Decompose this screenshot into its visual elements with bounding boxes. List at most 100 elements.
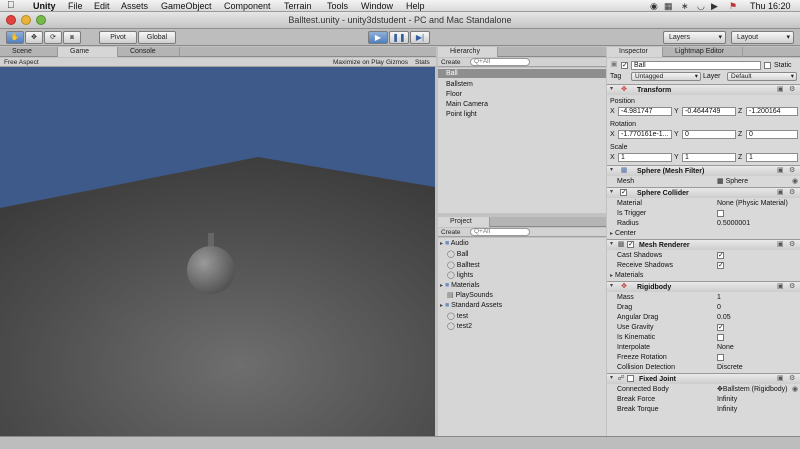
connected-body-field[interactable]: ✥Ballstem (Rigidbody)	[717, 385, 793, 394]
play-button[interactable]: ▶	[368, 31, 388, 44]
mesh-field[interactable]: ▦ Sphere	[717, 177, 748, 186]
center-foldout[interactable]: ▸ Center	[610, 229, 636, 239]
apple-icon[interactable]: 	[7, 1, 15, 11]
project-item-ball[interactable]: ◯ Ball	[447, 250, 468, 259]
use-gravity-checkbox[interactable]: ✓	[717, 324, 724, 331]
gear-icon[interactable]: ⚙	[789, 85, 795, 94]
is-kinematic-checkbox[interactable]	[717, 334, 724, 341]
game-view[interactable]	[0, 67, 435, 436]
menu-edit[interactable]: Edit	[94, 1, 110, 11]
hierarchy-item-main-camera[interactable]: Main Camera	[446, 100, 488, 109]
help-icon[interactable]: ▣	[777, 166, 784, 175]
is-trigger-checkbox[interactable]	[717, 210, 724, 217]
flag-icon[interactable]: ⚑	[729, 1, 737, 11]
wifi-icon[interactable]: ◡	[697, 1, 705, 11]
gear-icon[interactable]: ⚙	[789, 188, 795, 197]
camera-icon[interactable]: ◉	[650, 1, 658, 11]
project-item-playsounds[interactable]: ▤ PlaySounds	[447, 291, 493, 300]
sphere-collider-enabled-checkbox[interactable]: ✓	[620, 189, 627, 196]
gear-icon[interactable]: ⚙	[789, 282, 795, 291]
object-picker-icon[interactable]: ◉	[792, 177, 798, 186]
mesh-renderer-enabled-checkbox[interactable]: ✓	[627, 241, 634, 248]
object-name-field[interactable]: Ball	[631, 61, 761, 70]
pivot-toggle[interactable]: Pivot	[99, 31, 137, 44]
volume-icon[interactable]: ▶	[711, 1, 718, 11]
stats-toggle[interactable]: Stats	[415, 58, 430, 67]
help-icon[interactable]: ▣	[777, 188, 784, 197]
materials-foldout[interactable]: ▸ Materials	[610, 271, 643, 281]
break-force-field[interactable]: Infinity	[717, 395, 737, 404]
bluetooth-icon[interactable]: ∗	[681, 1, 689, 11]
menu-gameobject[interactable]: GameObject	[161, 1, 212, 11]
freeze-rotation-checkbox[interactable]	[717, 354, 724, 361]
menu-help[interactable]: Help	[406, 1, 425, 11]
project-item-materials[interactable]: ▸ ■ Materials	[440, 281, 480, 291]
mesh-renderer-header[interactable]: ▾ ▩ ✓ Mesh Renderer ▣ ⚙	[607, 239, 800, 250]
menu-window[interactable]: Window	[361, 1, 393, 11]
mass-field[interactable]: 1	[717, 293, 721, 302]
gizmos-dropdown[interactable]: Gizmos	[386, 58, 408, 67]
project-search-input[interactable]: Q+All	[470, 228, 530, 236]
menu-file[interactable]: File	[68, 1, 83, 11]
rotate-icon[interactable]: ⟳	[44, 31, 62, 44]
hierarchy-item-ballstem[interactable]: Ballstem	[446, 80, 473, 89]
maximize-on-play-toggle[interactable]: Maximize on Play	[333, 58, 384, 67]
tab-project[interactable]: Project	[438, 217, 490, 227]
tab-hierarchy[interactable]: Hierarchy	[438, 47, 498, 57]
pause-button[interactable]: ❚❚	[389, 31, 409, 44]
break-torque-field[interactable]: Infinity	[717, 405, 737, 414]
project-item-audio[interactable]: ▸ ■ Audio	[440, 239, 469, 249]
tab-scene[interactable]: Scene	[0, 47, 58, 57]
move-icon[interactable]: ✥	[25, 31, 43, 44]
fixed-joint-header[interactable]: ▾ ☍ Fixed Joint ▣ ⚙	[607, 373, 800, 384]
help-icon[interactable]: ▣	[777, 240, 784, 249]
tag-dropdown[interactable]: Untagged ▾	[631, 72, 701, 81]
gear-icon[interactable]: ⚙	[789, 240, 795, 249]
interpolate-dropdown[interactable]: None	[717, 343, 734, 352]
hierarchy-item-point-light[interactable]: Point light	[446, 110, 477, 119]
radius-field[interactable]: 0.5000001	[717, 219, 750, 228]
rigidbody-header[interactable]: ▾ ✥ Rigidbody ▣ ⚙	[607, 281, 800, 292]
cast-shadows-checkbox[interactable]: ✓	[717, 252, 724, 259]
tab-lightmap-editor[interactable]: Lightmap Editor	[663, 47, 743, 57]
hierarchy-item-floor[interactable]: Floor	[446, 90, 462, 99]
drag-field[interactable]: 0	[717, 303, 721, 312]
rotation-x-field[interactable]: -1.770161e-1...	[618, 130, 672, 139]
layers-dropdown[interactable]: Layers ▾	[663, 31, 726, 44]
static-checkbox[interactable]	[764, 62, 771, 69]
project-item-test[interactable]: ◯ test	[447, 312, 468, 321]
menu-assets[interactable]: Assets	[121, 1, 148, 11]
active-checkbox[interactable]: ✓	[621, 62, 628, 69]
tab-console[interactable]: Console	[118, 47, 180, 57]
tab-game[interactable]: Game	[58, 47, 118, 57]
scale-z-field[interactable]: 1	[746, 153, 798, 162]
menu-unity[interactable]: Unity	[33, 1, 56, 11]
project-item-test2[interactable]: ◯ test2	[447, 322, 472, 331]
material-field[interactable]: None (Physic Material)	[717, 199, 788, 208]
project-item-balltest[interactable]: ◯ Balltest	[447, 261, 480, 270]
scale-icon[interactable]: ⧈	[63, 31, 81, 44]
screen-icon[interactable]: ▦	[664, 1, 673, 11]
transform-header[interactable]: ▾ ✥ Transform ▣ ⚙	[607, 84, 800, 95]
help-icon[interactable]: ▣	[777, 374, 784, 383]
angular-drag-field[interactable]: 0.05	[717, 313, 731, 322]
project-create-button[interactable]: Create	[441, 228, 461, 237]
rotation-z-field[interactable]: 0	[746, 130, 798, 139]
rotation-y-field[interactable]: 0	[682, 130, 736, 139]
menu-component[interactable]: Component	[224, 1, 271, 11]
position-y-field[interactable]: -0.4644749	[682, 107, 736, 116]
aspect-dropdown[interactable]: Free Aspect	[4, 58, 39, 67]
layer-dropdown[interactable]: Default ▾	[727, 72, 797, 81]
position-x-field[interactable]: -4.981747	[618, 107, 672, 116]
hierarchy-search-input[interactable]: Q+All	[470, 58, 530, 66]
global-toggle[interactable]: Global	[138, 31, 176, 44]
gear-icon[interactable]: ⚙	[789, 374, 795, 383]
collision-detection-dropdown[interactable]: Discrete	[717, 363, 743, 372]
object-picker-icon[interactable]: ◉	[792, 385, 798, 394]
tab-inspector[interactable]: Inspector	[607, 47, 663, 57]
hierarchy-item-ball[interactable]: Ball	[438, 69, 606, 78]
fixed-joint-enabled-checkbox[interactable]	[627, 375, 634, 382]
menu-tools[interactable]: Tools	[327, 1, 348, 11]
position-z-field[interactable]: -1.200164	[746, 107, 798, 116]
project-item-lights[interactable]: ◯ lights	[447, 271, 473, 280]
